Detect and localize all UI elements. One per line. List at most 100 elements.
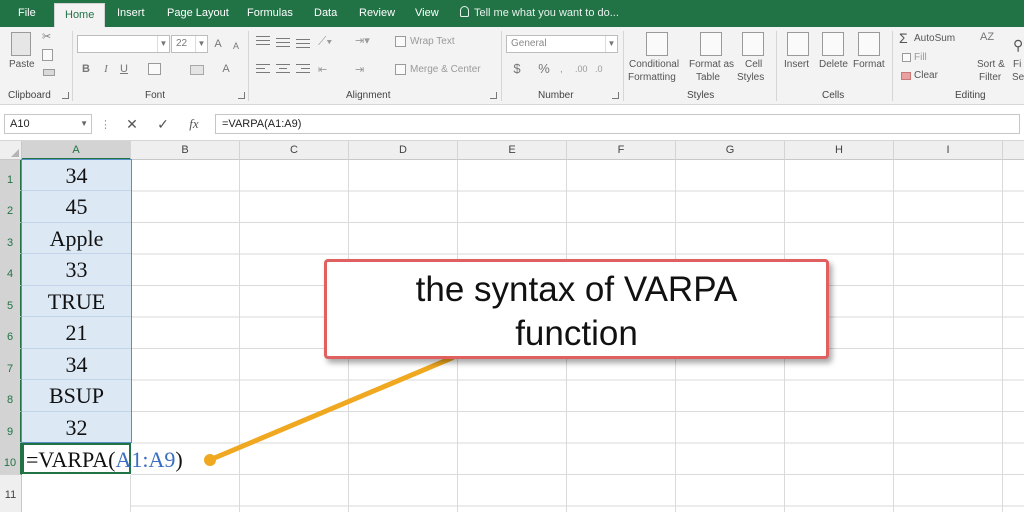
eraser-icon[interactable] bbox=[901, 72, 911, 80]
cell-a8[interactable]: BSUP bbox=[22, 380, 131, 412]
row-header-3[interactable]: 3 bbox=[0, 223, 22, 254]
increase-indent-icon[interactable]: ⇥ bbox=[355, 63, 364, 76]
cell-a7[interactable]: 34 bbox=[22, 349, 131, 380]
row-header-2[interactable]: 2 bbox=[0, 191, 22, 223]
grow-font-button[interactable]: A bbox=[212, 36, 224, 52]
copy-icon[interactable] bbox=[42, 49, 53, 61]
find-select-label-1[interactable]: Fi bbox=[1013, 59, 1021, 70]
wrap-text-icon[interactable] bbox=[395, 36, 406, 47]
comma-icon[interactable]: , bbox=[560, 64, 563, 75]
row-header-9[interactable]: 9 bbox=[0, 412, 22, 443]
format-as-table-label-1[interactable]: Format as bbox=[689, 59, 734, 70]
conditional-formatting-icon[interactable] bbox=[646, 32, 668, 56]
tell-me-search[interactable]: Tell me what you want to do... bbox=[460, 0, 619, 27]
format-as-table-icon[interactable] bbox=[700, 32, 722, 56]
cell-a5[interactable]: TRUE bbox=[22, 286, 131, 317]
autosum-button[interactable]: AutoSum bbox=[914, 33, 955, 44]
format-cells-icon[interactable] bbox=[858, 32, 880, 56]
column-header-next[interactable] bbox=[1003, 141, 1024, 160]
row-header-6[interactable]: 6 bbox=[0, 317, 22, 349]
row-header-4[interactable]: 4 bbox=[0, 254, 22, 286]
cell-styles-label-1[interactable]: Cell bbox=[745, 59, 762, 70]
conditional-formatting-label-2[interactable]: Formatting bbox=[628, 72, 676, 83]
cell-a6[interactable]: 21 bbox=[22, 317, 131, 349]
alignment-launcher-icon[interactable] bbox=[490, 92, 497, 99]
number-format-combo[interactable]: General ▼ bbox=[506, 35, 618, 53]
borders-icon[interactable] bbox=[148, 63, 161, 75]
bottom-align-icon[interactable] bbox=[296, 36, 310, 48]
conditional-formatting-label-1[interactable]: Conditional bbox=[629, 59, 679, 70]
font-color-button[interactable]: A bbox=[220, 61, 232, 77]
row-11-grid[interactable] bbox=[22, 475, 131, 512]
align-center-icon[interactable] bbox=[276, 63, 290, 75]
row-header-11[interactable]: 11 bbox=[0, 475, 22, 512]
merge-icon[interactable] bbox=[395, 64, 406, 75]
tab-view[interactable]: View bbox=[415, 0, 439, 27]
column-header-i[interactable]: I bbox=[894, 141, 1003, 160]
cancel-button[interactable]: ✕ bbox=[124, 115, 140, 133]
column-header-a[interactable]: A bbox=[22, 141, 131, 160]
sort-filter-icon[interactable]: AZ bbox=[980, 32, 996, 54]
delete-cells-icon[interactable] bbox=[822, 32, 844, 56]
tab-insert[interactable]: Insert bbox=[117, 0, 145, 27]
fill-button[interactable]: Fill bbox=[914, 52, 927, 63]
column-header-f[interactable]: F bbox=[567, 141, 676, 160]
merge-center-button[interactable]: Merge & Center bbox=[410, 64, 481, 75]
tab-review[interactable]: Review bbox=[359, 0, 395, 27]
indent-icon[interactable]: ⇥▾ bbox=[355, 34, 370, 47]
cell-a3[interactable]: Apple bbox=[22, 223, 131, 254]
insert-function-button[interactable]: fx bbox=[186, 115, 202, 133]
font-name-combo[interactable]: ▼ bbox=[77, 35, 170, 53]
row-header-5[interactable]: 5 bbox=[0, 286, 22, 317]
underline-button[interactable]: U bbox=[118, 61, 130, 77]
format-painter-icon[interactable] bbox=[43, 69, 55, 76]
row-header-1[interactable]: 1 bbox=[0, 160, 22, 191]
format-as-table-label-2[interactable]: Table bbox=[696, 72, 720, 83]
row-header-7[interactable]: 7 bbox=[0, 349, 22, 380]
cell-a1[interactable]: 34 bbox=[22, 160, 131, 191]
fill-color-icon[interactable] bbox=[190, 65, 204, 75]
tab-file[interactable]: File bbox=[18, 0, 36, 27]
italic-button[interactable]: I bbox=[100, 61, 112, 77]
fill-icon[interactable] bbox=[902, 53, 911, 62]
formula-input[interactable]: =VARPA(A1:A9) bbox=[215, 114, 1020, 134]
enter-button[interactable]: ✓ bbox=[155, 115, 171, 133]
sort-filter-label-1[interactable]: Sort & bbox=[977, 59, 1005, 70]
cell-styles-icon[interactable] bbox=[742, 32, 764, 56]
column-header-e[interactable]: E bbox=[458, 141, 567, 160]
column-header-c[interactable]: C bbox=[240, 141, 349, 160]
autosum-icon[interactable]: Σ bbox=[899, 30, 908, 46]
column-header-h[interactable]: H bbox=[785, 141, 894, 160]
select-all-button[interactable] bbox=[0, 141, 22, 160]
clear-button[interactable]: Clear bbox=[914, 70, 938, 81]
insert-cells-icon[interactable] bbox=[787, 32, 809, 56]
sort-filter-label-2[interactable]: Filter bbox=[979, 72, 1001, 83]
shrink-font-button[interactable]: A bbox=[230, 38, 242, 54]
paste-icon[interactable] bbox=[11, 32, 31, 56]
format-cells-button[interactable]: Format bbox=[853, 59, 885, 70]
bold-button[interactable]: B bbox=[80, 61, 92, 77]
clipboard-launcher-icon[interactable] bbox=[62, 92, 69, 99]
orientation-icon[interactable]: ⟋▾ bbox=[318, 34, 332, 49]
name-box[interactable]: A10 ▼ bbox=[4, 114, 92, 134]
tab-formulas[interactable]: Formulas bbox=[247, 0, 293, 27]
paste-button[interactable]: Paste bbox=[9, 59, 35, 70]
align-right-icon[interactable] bbox=[296, 63, 310, 75]
decrease-indent-icon[interactable]: ⇤ bbox=[318, 63, 327, 76]
tab-home[interactable]: Home bbox=[54, 3, 106, 27]
column-header-d[interactable]: D bbox=[349, 141, 458, 160]
cut-icon[interactable]: ✂ bbox=[42, 32, 53, 43]
row-header-8[interactable]: 8 bbox=[0, 380, 22, 412]
cell-a9[interactable]: 32 bbox=[22, 412, 131, 443]
currency-button[interactable]: $ bbox=[510, 61, 524, 77]
middle-align-icon[interactable] bbox=[276, 36, 290, 48]
font-launcher-icon[interactable] bbox=[238, 92, 245, 99]
row-header-10[interactable]: 10 bbox=[0, 443, 22, 475]
find-select-label-2[interactable]: Sel bbox=[1012, 72, 1024, 83]
insert-cells-button[interactable]: Insert bbox=[784, 59, 809, 70]
align-left-icon[interactable] bbox=[256, 63, 270, 75]
cell-styles-label-2[interactable]: Styles bbox=[737, 72, 764, 83]
top-align-icon[interactable] bbox=[256, 36, 270, 48]
cell-a2[interactable]: 45 bbox=[22, 191, 131, 223]
column-header-g[interactable]: G bbox=[676, 141, 785, 160]
